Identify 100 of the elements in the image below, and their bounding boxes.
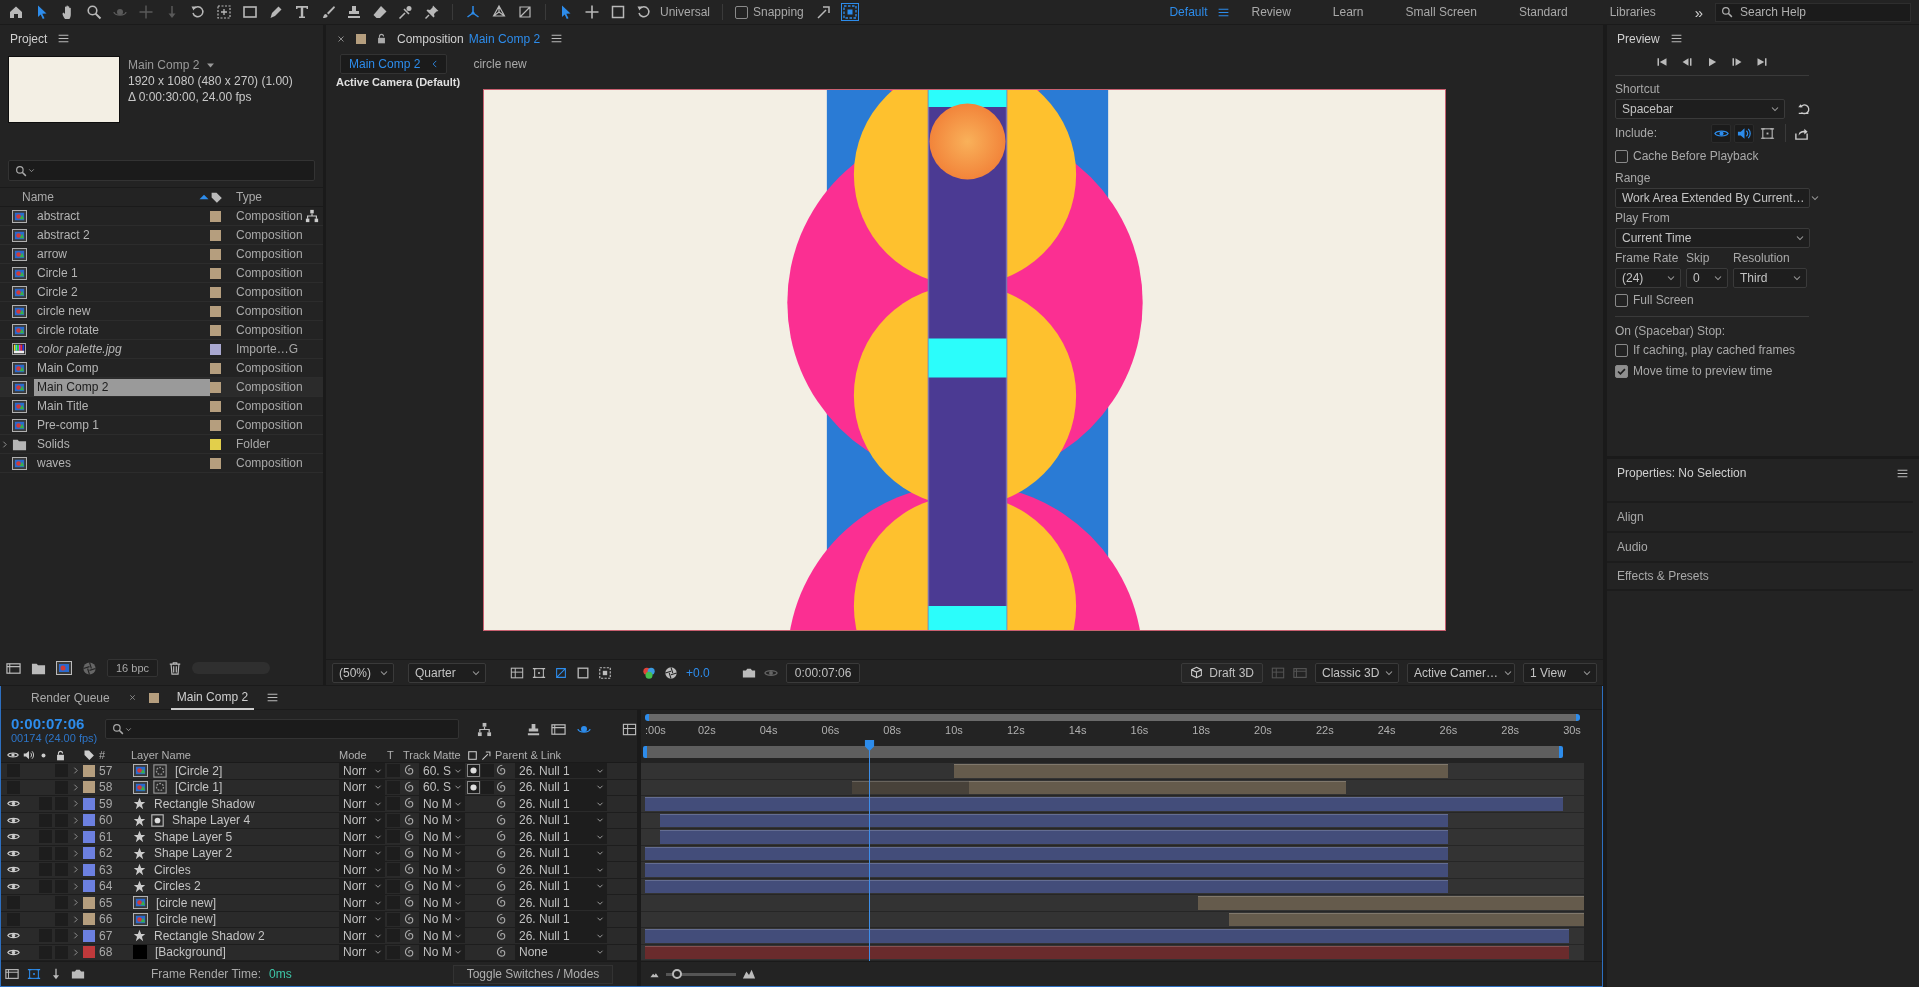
- matte-switch[interactable]: [467, 764, 480, 778]
- axes-icon[interactable]: [465, 4, 481, 20]
- column-header[interactable]: Layer Name: [131, 749, 339, 761]
- layer-name[interactable]: [Background]: [155, 945, 226, 960]
- layer-duration-bar[interactable]: [645, 846, 1449, 860]
- bit-depth-button[interactable]: 16 bpc: [107, 659, 159, 677]
- layer-name[interactable]: Rectangle Shadow 2: [154, 928, 265, 943]
- mode-dropdown[interactable]: Norr: [339, 796, 385, 812]
- section-header[interactable]: Effects & Presets: [1607, 561, 1913, 591]
- workspace-tab[interactable]: Libraries: [1588, 5, 1677, 19]
- magnification-dropdown[interactable]: (50%): [332, 662, 394, 683]
- pick-whip-icon[interactable]: [495, 929, 508, 943]
- label-swatch[interactable]: [83, 781, 95, 794]
- parent-dropdown[interactable]: 26. Null 1: [515, 862, 607, 878]
- track-matte-dropdown[interactable]: No M: [419, 928, 465, 944]
- column-header[interactable]: T: [387, 749, 403, 761]
- search-field[interactable]: [8, 160, 315, 181]
- pick-whip-icon[interactable]: [403, 863, 416, 877]
- mode-dropdown[interactable]: Norr: [339, 829, 385, 845]
- layer-duration-bar[interactable]: [969, 780, 1347, 794]
- project-item[interactable]: Solids: [34, 435, 210, 453]
- snap-box-icon[interactable]: [841, 4, 858, 20]
- layer-name[interactable]: Shape Layer 4: [172, 813, 251, 828]
- composition-flowchart-icon[interactable]: [477, 721, 493, 737]
- parent-dropdown[interactable]: 26. Null 1: [515, 829, 607, 845]
- pick-whip-icon[interactable]: [495, 830, 508, 844]
- layer-name[interactable]: [Circle 1]: [175, 780, 223, 795]
- layer-duration-bar[interactable]: [660, 813, 1449, 827]
- label-swatch[interactable]: [83, 814, 95, 827]
- play-icon[interactable]: [1706, 55, 1718, 68]
- checkbox[interactable]: [1615, 293, 1628, 307]
- workspace-tab[interactable]: Learn: [1311, 5, 1385, 19]
- menu-icon[interactable]: [550, 32, 564, 45]
- mode-dropdown[interactable]: Norr: [339, 763, 385, 779]
- label-icon[interactable]: [83, 749, 95, 761]
- new-composition-icon[interactable]: [56, 661, 72, 675]
- mode-dropdown[interactable]: Norr: [339, 862, 385, 878]
- close-icon[interactable]: [336, 33, 346, 44]
- exposure-icon[interactable]: [664, 665, 678, 680]
- parent-dropdown[interactable]: 26. Null 1: [515, 928, 607, 944]
- search-field[interactable]: [105, 719, 460, 739]
- pick-whip-icon[interactable]: [495, 912, 508, 926]
- matte-invert-switch[interactable]: [481, 780, 494, 794]
- camera-view-dropdown[interactable]: Active Camer…: [1407, 662, 1515, 683]
- checkbox[interactable]: [1615, 343, 1628, 357]
- column-header[interactable]: #: [99, 749, 131, 761]
- matte-invert-switch[interactable]: [481, 764, 494, 778]
- plus-icon[interactable]: [584, 4, 600, 20]
- step-forward-icon[interactable]: [1731, 55, 1743, 68]
- speaker-icon[interactable]: [23, 749, 35, 761]
- composition-name[interactable]: Main Comp 2: [468, 31, 541, 46]
- breadcrumb[interactable]: circle new: [465, 55, 533, 73]
- resolution-dropdown[interactable]: Quarter: [408, 662, 486, 683]
- column-header[interactable]: Mode: [339, 749, 387, 761]
- video-toggle[interactable]: [1711, 123, 1731, 143]
- workspace-tab[interactable]: Small Screen: [1384, 5, 1498, 19]
- layer-name[interactable]: Circles: [154, 862, 191, 877]
- square-icon[interactable]: [610, 4, 626, 20]
- layer-name[interactable]: Shape Layer 2: [154, 846, 233, 861]
- pick-whip-icon[interactable]: [495, 797, 508, 811]
- layer-name[interactable]: Shape Layer 5: [154, 829, 233, 844]
- brush-icon[interactable]: [320, 4, 336, 20]
- label-swatch[interactable]: [83, 764, 95, 777]
- pick-whip-icon[interactable]: [495, 764, 508, 778]
- pick-whip-icon[interactable]: [403, 846, 416, 860]
- track-matte-dropdown[interactable]: No M: [419, 829, 465, 845]
- lock-icon[interactable]: [376, 33, 387, 44]
- checkbox[interactable]: [1615, 364, 1628, 378]
- zoom-in-icon[interactable]: [742, 967, 756, 981]
- project-item[interactable]: arrow: [34, 245, 210, 263]
- panel-title[interactable]: Composition: [397, 31, 464, 46]
- layer-name[interactable]: [Circle 2]: [175, 763, 223, 778]
- project-item[interactable]: abstract 2: [34, 226, 210, 244]
- pick-whip-icon[interactable]: [495, 813, 508, 827]
- project-item[interactable]: circle new: [34, 302, 210, 320]
- pick-whip-icon[interactable]: [403, 896, 416, 910]
- label-icon[interactable]: [210, 190, 223, 204]
- view-layout-dropdown[interactable]: 1 View: [1523, 662, 1597, 683]
- grid-icon[interactable]: [510, 665, 524, 680]
- shortcut-dropdown[interactable]: Spacebar: [1615, 99, 1785, 119]
- label-swatch[interactable]: [83, 830, 95, 843]
- section-header[interactable]: Align: [1607, 501, 1913, 531]
- matte-switch[interactable]: [467, 780, 480, 794]
- project-item[interactable]: Circle 2: [34, 283, 210, 301]
- skip-to-end-icon[interactable]: [1756, 55, 1768, 68]
- play-from-dropdown[interactable]: Current Time: [1615, 228, 1810, 248]
- project-item[interactable]: Pre-comp 1: [34, 416, 210, 434]
- panel-tab[interactable]: Render Queue: [25, 686, 116, 709]
- pick-whip-icon[interactable]: [403, 912, 416, 926]
- audio-toggle[interactable]: [1734, 123, 1754, 143]
- label-swatch[interactable]: [83, 880, 95, 893]
- snap-icon[interactable]: [815, 4, 832, 20]
- project-item[interactable]: circle rotate: [34, 321, 210, 339]
- layer-duration-bar[interactable]: [1229, 912, 1584, 926]
- menu-icon[interactable]: [266, 691, 280, 704]
- zoom-slider-thumb[interactable]: [671, 968, 682, 979]
- mode-dropdown[interactable]: Norr: [339, 895, 385, 911]
- draft-3d-button[interactable]: Draft 3D: [1181, 662, 1263, 683]
- skip-to-start-icon[interactable]: [1656, 55, 1668, 68]
- rotate-icon[interactable]: [636, 4, 652, 20]
